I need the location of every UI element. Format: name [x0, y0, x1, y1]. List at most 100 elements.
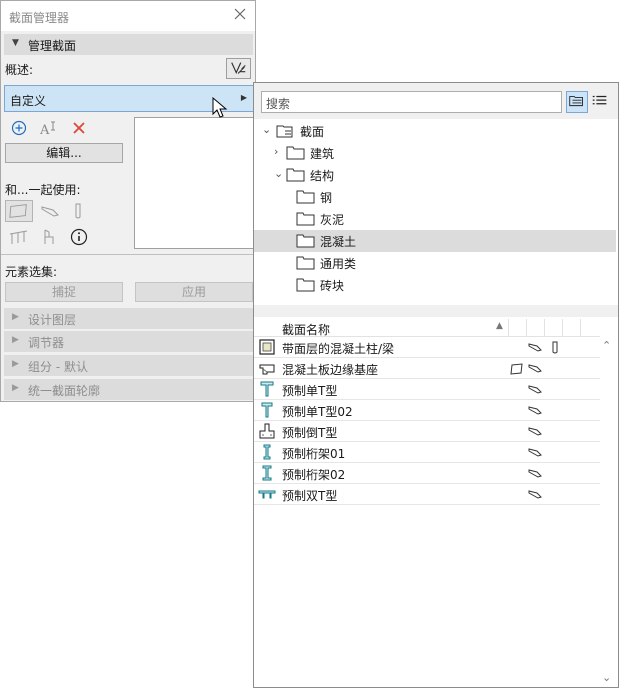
chevron-down-icon[interactable]: ⌄	[274, 167, 283, 180]
profile-name: 预制倒T型	[282, 426, 338, 440]
tree-label: 砖块	[320, 279, 345, 293]
beam-icon	[528, 364, 542, 373]
tree-view-button[interactable]	[566, 91, 588, 113]
list-item[interactable]: 带面层的混凝土柱/梁	[254, 337, 600, 358]
section-label: 统一截面轮廓	[28, 384, 101, 398]
list-view-button[interactable]	[590, 91, 612, 113]
section-label: 调节器	[28, 336, 65, 350]
truss-profile-icon	[263, 444, 271, 460]
list-item[interactable]: 预制倒T型	[254, 421, 600, 442]
tree-item-plaster[interactable]: 灰泥	[254, 208, 616, 230]
pane-splitter[interactable]	[254, 305, 618, 317]
mouse-cursor-icon	[212, 97, 228, 118]
railing-icon[interactable]	[9, 229, 29, 245]
folder-icon	[296, 190, 315, 204]
column-divider	[508, 319, 509, 337]
section-label: 设计图层	[28, 313, 77, 327]
profile-name: 预制桁架02	[282, 468, 346, 482]
tree-item-building[interactable]: › 建筑	[254, 142, 616, 164]
beam-icon	[528, 385, 542, 394]
tree-item-concrete[interactable]: 混凝土	[254, 230, 616, 252]
beam-icon[interactable]	[41, 204, 59, 218]
list-item[interactable]: 预制桁架01	[254, 442, 600, 463]
column-header-name[interactable]: 截面名称	[282, 321, 330, 338]
sort-ascending-icon[interactable]: ▲	[496, 321, 503, 331]
wall-icon	[9, 204, 27, 218]
beam-icon	[528, 490, 542, 499]
eyedropper-button[interactable]	[226, 58, 251, 79]
tree-label: 截面	[300, 125, 325, 139]
design-layers-header[interactable]: ▶ 设计图层	[4, 308, 253, 329]
list-scrollbar[interactable]: ⌃ ⌄	[600, 337, 616, 686]
column-icon[interactable]	[73, 202, 83, 220]
beam-icon	[528, 343, 542, 352]
double-tee-profile-icon	[258, 490, 276, 499]
search-input[interactable]: 搜索	[261, 91, 562, 113]
profile-name: 带面层的混凝土柱/梁	[282, 342, 395, 356]
beam-icon	[528, 427, 542, 436]
list-item[interactable]: 混凝土板边缘基座	[254, 358, 600, 379]
folder-icon	[286, 168, 305, 182]
list-icon	[592, 95, 607, 105]
caret-right-icon: ▶	[240, 93, 247, 102]
finished-column-profile-icon	[259, 339, 275, 355]
slab-edge-profile-icon	[259, 364, 275, 375]
eyedropper-icon	[231, 62, 246, 74]
list-header: 截面名称 ▲	[254, 319, 600, 337]
info-icon[interactable]	[70, 228, 88, 246]
tree-item-structure[interactable]: ⌄ 结构	[254, 164, 616, 186]
single-tee-profile-icon	[260, 381, 274, 397]
collapse-arrow-icon: ▼	[12, 38, 19, 48]
expand-arrow-icon: ▶	[12, 335, 19, 345]
manage-sections-header[interactable]: ▼ 管理截面	[4, 34, 253, 55]
edit-button[interactable]: 编辑...	[5, 143, 123, 163]
divider	[1, 254, 255, 255]
tree-label: 建筑	[310, 147, 335, 161]
delete-icon[interactable]	[71, 120, 87, 136]
tree-item-masonry[interactable]: 砖块	[254, 274, 616, 296]
folder-icon	[296, 212, 315, 226]
column-divider	[580, 319, 581, 337]
tree-label: 结构	[310, 169, 335, 183]
tree-item-root[interactable]: ⌄ 截面	[254, 120, 616, 142]
list-item[interactable]: 预制桁架02	[254, 463, 600, 484]
add-icon[interactable]	[11, 120, 27, 136]
folder-icon	[296, 234, 315, 248]
folder-tree-icon	[569, 96, 583, 107]
apply-button[interactable]: 应用	[135, 282, 253, 302]
modifiers-header[interactable]: ▶ 调节器	[4, 331, 253, 352]
list-item[interactable]: 预制单T型02	[254, 400, 600, 421]
tree-item-general[interactable]: 通用类	[254, 252, 616, 274]
wall-tool-toggle[interactable]	[5, 200, 33, 222]
expand-arrow-icon: ▶	[12, 383, 19, 393]
profile-picker-popup: 搜索 ⌄ 截面 › 建筑 ⌄ 结构 钢 灰泥 混凝土 通用类 砖块 截面名称 ▲…	[253, 82, 619, 688]
list-item[interactable]: 预制单T型	[254, 379, 600, 400]
svg-text:A: A	[39, 123, 50, 136]
chevron-down-icon[interactable]: ⌄	[262, 123, 271, 136]
tree-item-steel[interactable]: 钢	[254, 186, 616, 208]
scroll-down-icon[interactable]: ⌄	[602, 671, 611, 684]
rename-icon[interactable]: A	[39, 120, 59, 136]
tree-label: 混凝土	[320, 235, 357, 249]
components-default-header[interactable]: ▶ 组分 - 默认	[4, 355, 253, 376]
uniform-profile-header[interactable]: ▶ 统一截面轮廓	[4, 379, 253, 400]
scroll-up-icon[interactable]: ⌃	[602, 339, 611, 352]
wall-icon	[510, 363, 523, 375]
profile-name: 预制单T型	[282, 384, 338, 398]
element-set-label: 元素选集:	[5, 265, 58, 279]
use-with-label: 和...一起使用:	[5, 183, 81, 197]
chevron-right-icon[interactable]: ›	[274, 145, 278, 158]
inverted-tee-profile-icon	[259, 423, 275, 439]
search-bar-area: 搜索	[254, 83, 618, 119]
object-icon[interactable]	[41, 228, 57, 246]
folder-icon	[286, 146, 305, 160]
close-icon[interactable]	[233, 7, 247, 21]
capture-button[interactable]: 捕捉	[5, 282, 123, 302]
beam-icon	[528, 448, 542, 457]
folder-icon	[296, 256, 315, 270]
section-manager-palette: 截面管理器 ▼ 管理截面 概述: 自定义 ▶ A 编辑... 和...一起使用:	[0, 0, 256, 402]
profile-name: 混凝土板边缘基座	[282, 363, 379, 377]
profile-name: 预制双T型	[282, 489, 338, 503]
list-item[interactable]: 预制双T型	[254, 484, 600, 505]
expand-arrow-icon: ▶	[12, 359, 19, 369]
